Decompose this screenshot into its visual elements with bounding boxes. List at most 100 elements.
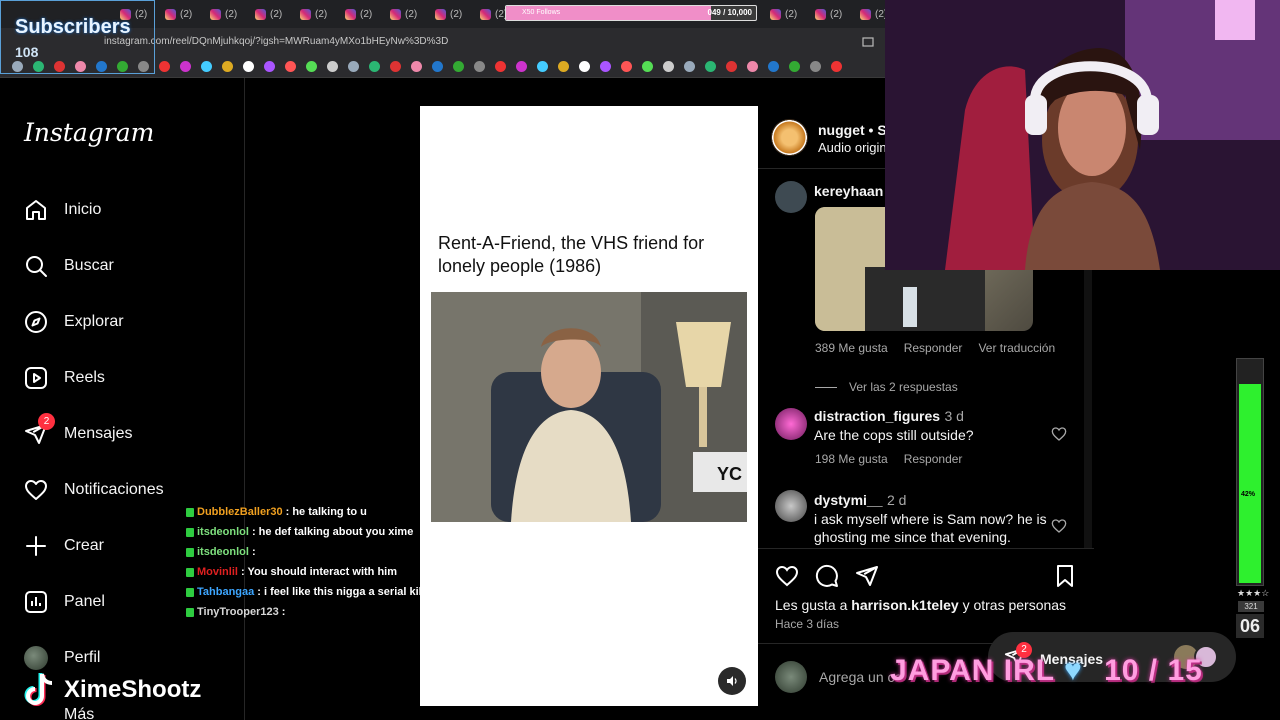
nav-label-explorar: Explorar [64,313,124,330]
bookmark-icon[interactable] [411,61,422,72]
comment-user[interactable]: distraction_figures [814,408,940,424]
reel-player[interactable]: Rent-A-Friend, the VHS friend for lonely… [420,106,758,706]
like-heart-icon[interactable] [775,564,799,588]
share-icon[interactable] [855,564,879,588]
bookmark-icon[interactable] [306,61,317,72]
view-replies-button[interactable]: Ver las 2 respuestas [815,380,958,394]
bookmark-icon[interactable] [831,61,842,72]
nav-item-explorar[interactable]: Explorar [24,309,124,335]
browser-tab[interactable]: (2) [345,5,372,23]
browser-tab[interactable]: (2) [165,5,192,23]
comment-avatar[interactable] [775,181,807,213]
bookmark-icon[interactable] [327,61,338,72]
browser-tab[interactable]: (2) [255,5,282,23]
comment-avatar[interactable] [775,490,807,522]
bookmark-icon[interactable] [390,61,401,72]
bookmark-icon[interactable] [222,61,233,72]
audio-link[interactable]: Audio origin [818,140,887,155]
liked-by-user[interactable]: harrison.k1teley [851,597,958,613]
bookmark-icon[interactable] [516,61,527,72]
browser-tab[interactable]: (2) [770,5,797,23]
screenshot-icon[interactable] [862,36,874,48]
bookmark-icon[interactable] [642,61,653,72]
chat-username: DubblezBaller30 [197,506,283,518]
instagram-tab-icon [165,8,176,20]
bookmark-icon[interactable] [243,61,254,72]
browser-tab[interactable]: (2) [390,5,417,23]
browser-tab[interactable]: (2) [435,5,462,23]
like-comment-heart-icon[interactable] [1051,426,1067,442]
bookmark-icon[interactable] [789,61,800,72]
instagram-tab-icon [300,8,311,20]
instagram-tab-icon [345,8,356,20]
follow-goal-label: X50 Follows [522,9,561,16]
browser-tab[interactable]: (2) [860,5,887,23]
bookmark-icon[interactable] [810,61,821,72]
reply-button[interactable]: Responder [904,452,963,466]
bookmark-icon[interactable] [285,61,296,72]
nav-item-reels[interactable]: Reels [24,365,105,391]
bookmark-icon[interactable] [663,61,674,72]
bookmark-icon[interactable] [726,61,737,72]
bookmark-icon[interactable] [537,61,548,72]
comment-user[interactable]: dystymi__ [814,492,882,508]
sound-toggle-button[interactable] [718,667,746,695]
author-avatar[interactable] [771,119,808,156]
bookmark-icon[interactable] [474,61,485,72]
comment-user[interactable]: kereyhaan [814,183,883,199]
instagram-logo[interactable]: Instagram [24,118,154,147]
instagram-tab-icon [770,8,781,20]
tab-label: (2) [315,8,328,20]
comment-bubble-icon[interactable] [815,564,839,588]
comment-avatar[interactable] [775,408,807,440]
bookmark-icon[interactable] [684,61,695,72]
browser-tab[interactable]: (2) [210,5,237,23]
nav-label-notificaciones: Notificaciones [64,481,164,498]
nav-item-inicio[interactable]: Inicio [24,197,101,223]
bookmark-icon[interactable] [495,61,506,72]
nav-item-buscar[interactable]: Buscar [24,253,114,279]
browser-tab[interactable]: (2) [815,5,842,23]
bookmark-icon[interactable] [621,61,632,72]
search-icon [26,256,47,277]
reply-button[interactable]: Responder [904,341,963,355]
nav-item-crear[interactable]: Crear [24,533,104,559]
nav-item-perfil[interactable]: Perfil [24,645,100,671]
bookmark-icon[interactable] [600,61,611,72]
bookmark-icon[interactable] [159,61,170,72]
bookmark-icon[interactable] [201,61,212,72]
bookmark-icon[interactable] [348,61,359,72]
url-text[interactable]: instagram.com/reel/DQnMjuhkqoj/?igsh=MWR… [104,36,448,47]
bookmark-icon[interactable] [369,61,380,72]
browser-tab[interactable]: (2) [300,5,327,23]
bookmark-icon[interactable] [747,61,758,72]
bookmark-icon[interactable] [558,61,569,72]
bookmark-icon[interactable] [1053,564,1077,588]
event-name: JAPAN IRL [890,654,1055,687]
translate-button[interactable]: Ver traducción [978,341,1055,355]
webcam-feed [885,0,1280,270]
nav-label-crear: Crear [64,537,105,554]
bookmark-icon[interactable] [705,61,716,72]
reel-video-frame[interactable]: YC [431,292,747,522]
nav-item-panel[interactable]: Panel [24,589,105,615]
instagram-tab-icon [480,8,491,20]
bookmark-icon[interactable] [264,61,275,72]
nav-item-mensajes[interactable]: 2 Mensajes [24,413,132,447]
chat-text: : he def talking about you xime [251,526,414,538]
like-comment-heart-icon[interactable] [1051,518,1067,534]
instagram-tab-icon [255,8,266,20]
bookmark-icon[interactable] [768,61,779,72]
nav-label-panel: Panel [64,593,105,610]
bookmark-icon[interactable] [180,61,191,72]
tab-label: (2) [360,8,373,20]
bookmark-icon[interactable] [579,61,590,72]
comment-likes: 389 Me gusta [815,341,888,355]
subscribers-overlay: Subscribers 108 [0,0,155,74]
nav-item-notificaciones[interactable]: Notificaciones [24,477,164,503]
post-author[interactable]: nugget • S [818,122,887,138]
browser-tab[interactable]: (2) [480,5,507,23]
tab-label: (2) [270,8,283,20]
bookmark-icon[interactable] [432,61,443,72]
bookmark-icon[interactable] [453,61,464,72]
